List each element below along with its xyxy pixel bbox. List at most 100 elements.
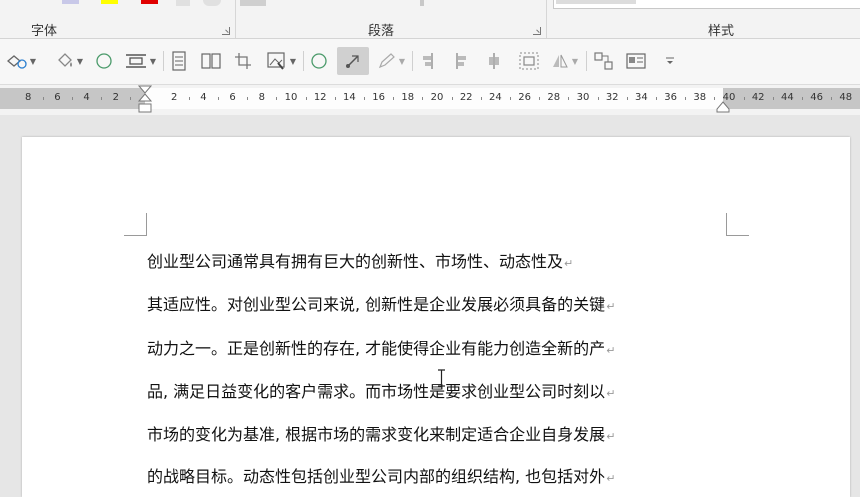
- rotate-icon: [550, 52, 570, 70]
- border-button[interactable]: [420, 0, 424, 6]
- ruler-label: 42: [751, 92, 765, 103]
- ruler-label: 46: [810, 92, 823, 103]
- ruler-label: 6: [54, 92, 61, 103]
- shape-select-icon: [6, 52, 28, 70]
- ellipse-outline-icon: [310, 52, 328, 70]
- columns-icon: [200, 52, 222, 70]
- text-box-button[interactable]: [168, 47, 190, 75]
- ruler-label: 22: [459, 92, 473, 103]
- horizontal-ruler[interactable]: 8 6 4 2 2 4 6 8 10 12 14 16 18 20 22 24 26 28 30 32 34 36 38 40…: [0, 88, 860, 109]
- selection-pane-button[interactable]: [591, 47, 617, 75]
- ruler-label: 2: [112, 92, 119, 103]
- text-line-6[interactable]: 的战略目标。动态性包括创业型公司内部的组织结构, 也包括对外↵: [147, 463, 615, 487]
- ruler-tick: [685, 97, 687, 100]
- ruler-tick: [276, 97, 278, 100]
- text-line-content: 品, 满足日益变化的客户需求。而市场性是要求创业型公司时刻以: [147, 382, 606, 401]
- ellipse-outline-button[interactable]: [308, 47, 330, 75]
- align-center-button[interactable]: [451, 47, 471, 75]
- ruler-tick: [802, 97, 803, 100]
- ruler-label: 18: [401, 92, 415, 103]
- ruler-tick: [597, 97, 599, 100]
- align-middle-button[interactable]: [484, 47, 504, 75]
- ruler-tick: [393, 97, 395, 100]
- edit-points-button[interactable]: [337, 47, 369, 75]
- crop-button[interactable]: [231, 47, 255, 75]
- ruler-tick: [451, 97, 453, 100]
- text-line-2[interactable]: 其适应性。对创业型公司来说, 创新性是企业发展必须具备的关键↵: [147, 291, 615, 315]
- toolbar-separator: [303, 51, 304, 71]
- shape-fill-button[interactable]: ▼: [52, 47, 86, 75]
- ruler-label: 36: [664, 92, 677, 103]
- ellipse-icon: [95, 52, 113, 70]
- text-line-content: 其适应性。对创业型公司来说, 创新性是企业发展必须具备的关键: [147, 295, 606, 314]
- shape-select-button[interactable]: ▼: [0, 47, 42, 75]
- text-line-5[interactable]: 市场的变化为基准, 根据市场的需求变化来制定适合企业自身发展↵: [147, 421, 615, 445]
- align-left-button[interactable]: [418, 47, 438, 75]
- font-red-swatch[interactable]: [141, 0, 158, 4]
- align-distribute-icon: [124, 52, 148, 70]
- font-color-swatch-partial: [62, 0, 79, 4]
- group-icon: [518, 51, 540, 71]
- picture-icon: [266, 51, 288, 71]
- rotate-button[interactable]: ▼: [546, 47, 582, 75]
- ruler-tick: [480, 97, 482, 100]
- text-line-content: 市场的变化为基准, 根据市场的需求变化来制定适合企业自身发展: [147, 425, 606, 444]
- text-line-4[interactable]: 品, 满足日益变化的客户需求。而市场性是要求创业型公司时刻以↵: [147, 378, 615, 402]
- group-divider: [546, 0, 547, 38]
- more-button[interactable]: [660, 47, 680, 75]
- ruler-tick: [72, 97, 73, 100]
- group-label-styles: 样式: [708, 24, 735, 39]
- group-button[interactable]: [516, 47, 542, 75]
- pen-button[interactable]: ▼: [374, 47, 408, 75]
- crop-icon: [234, 52, 252, 70]
- ruler-tick: [422, 97, 424, 100]
- ruler-label: 8: [258, 92, 265, 103]
- text-wrap-button[interactable]: [623, 47, 649, 75]
- ruler-tick: [568, 97, 570, 100]
- ruler-label: 24: [489, 92, 502, 103]
- font-dialog-launcher-icon[interactable]: [222, 27, 230, 35]
- pen-icon: [377, 52, 397, 70]
- styles-gallery-selected[interactable]: [556, 0, 636, 4]
- text-line-3[interactable]: 动力之一。正是创新性的存在, 才能使得企业有能力创造全新的产↵: [147, 335, 615, 359]
- shading-button[interactable]: [240, 0, 266, 6]
- ruler-tick: [539, 97, 541, 100]
- text-effect-button[interactable]: [176, 0, 190, 6]
- group-label-font: 字体: [31, 24, 58, 39]
- text-box-icon: [171, 51, 187, 71]
- text-line-content: 的战略目标。动态性包括创业型公司内部的组织结构, 也包括对外: [147, 467, 606, 486]
- align-middle-icon: [486, 52, 502, 70]
- align-center-icon: [453, 52, 469, 70]
- ruler-label: 32: [605, 92, 619, 103]
- columns-button[interactable]: [198, 47, 224, 75]
- ruler-label: 38: [693, 92, 707, 103]
- ruler-label: 14: [343, 92, 356, 103]
- ruler-label: 44: [781, 92, 794, 103]
- ruler-label: 16: [372, 92, 385, 103]
- paragraph-dialog-launcher-icon[interactable]: [533, 27, 541, 35]
- ruler-label: 26: [518, 92, 531, 103]
- ruler-tick: [656, 97, 657, 100]
- align-left-icon: [420, 52, 436, 70]
- ruler-label: 30: [576, 92, 590, 103]
- picture-button[interactable]: ▼: [262, 47, 300, 75]
- text-line-1[interactable]: 创业型公司通常具有拥有巨大的创新性、市场性、动态性及↵: [147, 248, 573, 272]
- highlight-yellow-swatch[interactable]: [101, 0, 118, 4]
- first-line-indent-marker[interactable]: [137, 85, 153, 117]
- ruler-tick: [247, 97, 249, 100]
- styles-gallery[interactable]: [553, 0, 860, 9]
- paragraph-mark-icon: ↵: [606, 430, 616, 443]
- ruler-tick: [101, 97, 103, 100]
- text-line-content: 创业型公司通常具有拥有巨大的创新性、市场性、动态性及: [147, 252, 564, 271]
- ruler-tick: [188, 97, 190, 100]
- shape-fill-icon: [55, 52, 75, 70]
- toolbar-separator: [163, 51, 164, 71]
- group-divider: [235, 0, 236, 38]
- enclose-char-button[interactable]: [203, 0, 221, 6]
- align-distribute-button[interactable]: ▼: [121, 47, 159, 75]
- ellipse-button[interactable]: [93, 47, 115, 75]
- right-indent-marker[interactable]: [716, 98, 730, 113]
- group-label-paragraph: 段落: [368, 24, 395, 39]
- ruler-label: 10: [284, 92, 298, 103]
- paragraph-mark-icon: ↵: [606, 300, 616, 313]
